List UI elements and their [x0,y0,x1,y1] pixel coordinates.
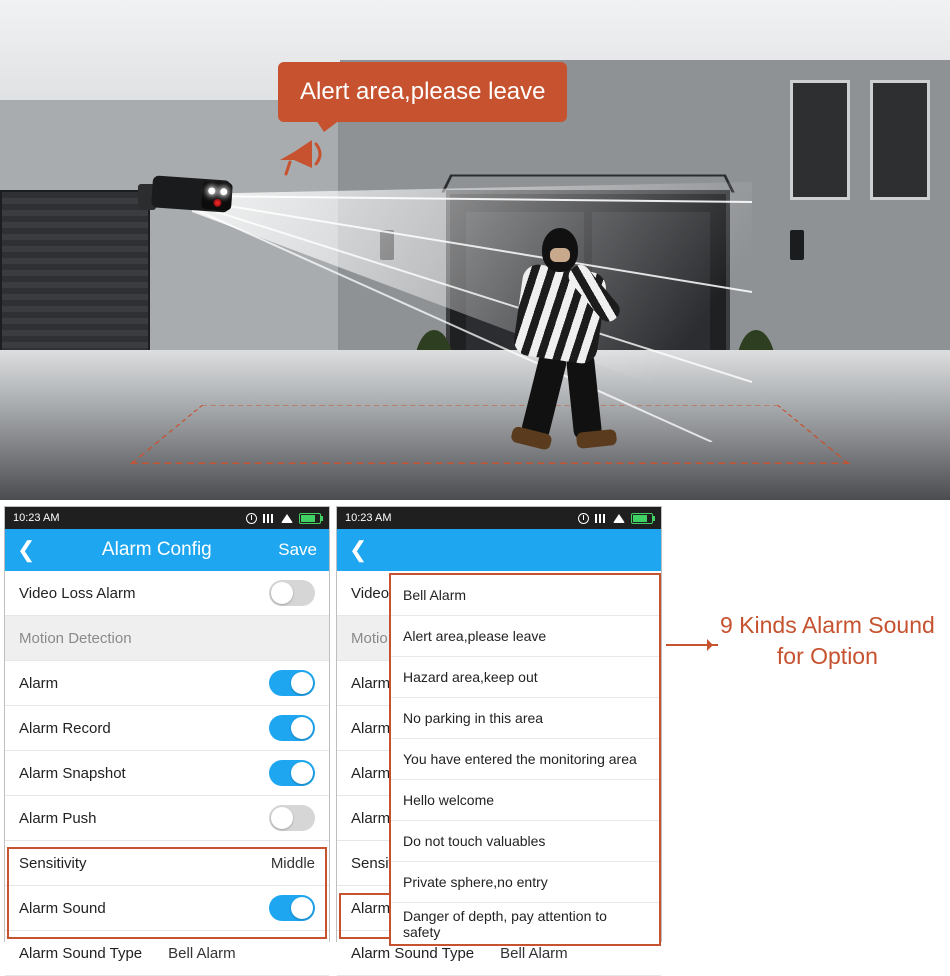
row-label: Alarm Sound Type [351,945,474,962]
battery-icon [299,513,321,524]
alarm-sound-type-value: Bell Alarm [168,945,236,962]
row-label: Motio [351,630,388,647]
row-label: Alarm [351,900,390,917]
alarm-sound-type-value: Bell Alarm [500,945,568,962]
intruder-figure [498,228,628,460]
wifi-icon [281,514,293,523]
row-alarm-push[interactable]: Alarm Push [5,796,329,841]
row-label: Alarm Sound Type [19,945,142,962]
status-bar: 10:23 AM [337,507,661,529]
toggle-alarm-push[interactable] [269,805,315,831]
dropdown-option[interactable]: Bell Alarm [391,575,659,616]
row-alarm[interactable]: Alarm [5,661,329,706]
dropdown-option[interactable]: Hello welcome [391,780,659,821]
row-label: Sensit [351,855,393,872]
alarm-sound-dropdown[interactable]: Bell Alarm Alert area,please leave Hazar… [389,573,661,946]
upper-window [870,80,930,200]
row-label: Alarm [351,720,390,737]
callout-line2: for Option [720,641,935,672]
dropdown-option[interactable]: Do not touch valuables [391,821,659,862]
back-button[interactable]: ❮ [349,537,367,563]
signal-icon [595,514,607,523]
detection-zone [130,405,850,464]
nav-title: Alarm Config [102,539,212,561]
row-label: Alarm [351,675,390,692]
arrow-icon [666,644,718,646]
battery-icon [631,513,653,524]
row-label: Alarm [351,810,390,827]
row-label: Sensitivity [19,855,87,872]
toggle-alarm-sound[interactable] [269,895,315,921]
dropdown-option[interactable]: Hazard area,keep out [391,657,659,698]
callout-line1: 9 Kinds Alarm Sound [720,610,935,641]
row-alarm-snapshot[interactable]: Alarm Snapshot [5,751,329,796]
row-label: Alarm [19,675,58,692]
row-label: Alarm Snapshot [19,765,126,782]
row-label: Alarm Record [19,720,111,737]
wall-light-icon [380,230,394,260]
back-button[interactable]: ❮ [17,537,35,563]
row-label: Alarm Sound [19,900,106,917]
upper-window [790,80,850,200]
row-label: Video Loss Alarm [19,585,135,602]
callout-text: 9 Kinds Alarm Sound for Option [720,610,935,672]
row-label: Alarm [351,765,390,782]
toggle-video-loss[interactable] [269,580,315,606]
status-time: 10:23 AM [345,512,391,524]
alarm-clock-icon [246,513,257,524]
status-time: 10:23 AM [13,512,59,524]
dropdown-option[interactable]: Alert area,please leave [391,616,659,657]
phone-screenshot-1: 10:23 AM ❮ Alarm Config Save Video Loss … [4,506,330,942]
section-label: Motion Detection [19,630,132,647]
nav-bar: ❮ Alarm Config Save [5,529,329,571]
toggle-alarm-snapshot[interactable] [269,760,315,786]
signal-icon [263,514,275,523]
wifi-icon [613,514,625,523]
status-bar: 10:23 AM [5,507,329,529]
row-label: Alarm Push [19,810,97,827]
row-alarm-sound-type[interactable]: Alarm Sound Type Bell Alarm [5,931,329,976]
hero-scene: Alert area,please leave [0,0,950,500]
phone-screenshot-2: 10:23 AM ❮ Video Motio Alarm Alarm Alarm [336,506,662,942]
dropdown-option[interactable]: No parking in this area [391,698,659,739]
nav-bar: ❮ [337,529,661,571]
row-alarm-record[interactable]: Alarm Record [5,706,329,751]
wall-light-icon [790,230,804,260]
status-icons [578,513,653,524]
sensitivity-value: Middle [271,855,315,872]
row-alarm-sound[interactable]: Alarm Sound [5,886,329,931]
dropdown-option[interactable]: Danger of depth, pay attention to safety [391,903,659,944]
dropdown-option[interactable]: You have entered the monitoring area [391,739,659,780]
row-video-loss[interactable]: Video Loss Alarm [5,571,329,616]
speech-bubble: Alert area,please leave [278,62,567,122]
row-label: Video [351,585,389,602]
security-camera [138,170,238,218]
row-sensitivity[interactable]: Sensitivity Middle [5,841,329,886]
toggle-alarm[interactable] [269,670,315,696]
dropdown-option[interactable]: Private sphere,no entry [391,862,659,903]
save-button[interactable]: Save [278,540,317,560]
bottom-panel: 10:23 AM ❮ Alarm Config Save Video Loss … [0,500,950,950]
section-motion: Motion Detection [5,616,329,661]
alarm-clock-icon [578,513,589,524]
toggle-alarm-record[interactable] [269,715,315,741]
status-icons [246,513,321,524]
